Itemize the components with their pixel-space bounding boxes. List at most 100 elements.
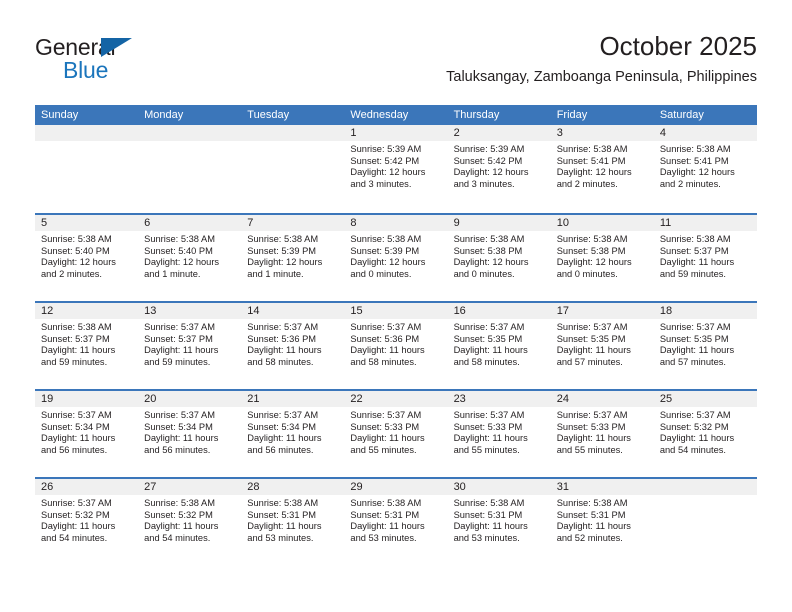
day-details: Sunrise: 5:37 AM Sunset: 5:36 PM Daylight:… <box>344 319 447 368</box>
day-detail-line: Daylight: 11 hours <box>144 521 219 532</box>
day-detail-line: and 59 minutes. <box>144 356 211 367</box>
calendar-day-cell-5[interactable]: 5 Sunrise: 5:38 AM Sunset: 5:40 PM Daylight… <box>35 215 139 301</box>
day-number: 17 <box>550 303 654 319</box>
calendar-day-cell-3[interactable]: 3 Sunrise: 5:38 AM Sunset: 5:41 PM Daylight… <box>550 125 654 213</box>
day-detail-line: and 1 minute. <box>247 268 304 279</box>
day-details: Sunrise: 5:37 AM Sunset: 5:33 PM Daylight:… <box>344 407 447 456</box>
calendar-day-cell-22[interactable]: 22 Sunrise: 5:37 AM Sunset: 5:33 PM Dayligh… <box>344 391 448 477</box>
calendar-day-cell-2[interactable]: 2 Sunrise: 5:39 AM Sunset: 5:42 PM Daylight… <box>447 125 551 213</box>
calendar-day-cell-18[interactable]: 18 Sunrise: 5:37 AM Sunset: 5:35 PM Dayligh… <box>653 303 757 389</box>
calendar-week-row: 26 Sunrise: 5:37 AM Sunset: 5:32 PM Dayligh… <box>35 477 757 565</box>
calendar-day-cell-17[interactable]: 17 Sunrise: 5:37 AM Sunset: 5:35 PM Dayligh… <box>550 303 654 389</box>
calendar-day-cell-6[interactable]: 6 Sunrise: 5:38 AM Sunset: 5:40 PM Daylight… <box>138 215 242 301</box>
day-detail-line: Sunset: 5:34 PM <box>41 421 110 432</box>
day-detail-line: Sunset: 5:33 PM <box>350 421 420 432</box>
calendar-day-cell-21[interactable]: 21 Sunrise: 5:37 AM Sunset: 5:34 PM Dayligh… <box>241 391 345 477</box>
calendar-day-cell-20[interactable]: 20 Sunrise: 5:37 AM Sunset: 5:34 PM Dayligh… <box>138 391 242 477</box>
day-detail-line: and 57 minutes. <box>659 356 726 367</box>
day-detail-line: Sunset: 5:39 PM <box>247 245 317 256</box>
calendar-day-cell-27[interactable]: 27 Sunrise: 5:38 AM Sunset: 5:32 PM Dayligh… <box>138 479 242 565</box>
day-detail-line: Sunset: 5:38 PM <box>453 245 523 256</box>
calendar-day-cell-13[interactable]: 13 Sunrise: 5:37 AM Sunset: 5:37 PM Dayligh… <box>138 303 242 389</box>
weekday-header-friday: Friday <box>556 109 588 121</box>
day-detail-line: Sunrise: 5:38 AM <box>144 234 215 244</box>
day-detail-line: Daylight: 11 hours <box>350 521 425 532</box>
calendar-day-cell-24[interactable]: 24 Sunrise: 5:37 AM Sunset: 5:33 PM Dayligh… <box>550 391 654 477</box>
calendar-day-cell-8[interactable]: 8 Sunrise: 5:38 AM Sunset: 5:39 PM Daylight… <box>344 215 448 301</box>
calendar-page: General Blue October 2025 Taluksangay, Z… <box>0 0 792 612</box>
day-detail-line: Sunset: 5:32 PM <box>144 509 213 520</box>
day-detail-line: and 1 minute. <box>144 268 201 279</box>
day-number: 10 <box>550 215 654 231</box>
calendar-day-cell-19[interactable]: 19 Sunrise: 5:37 AM Sunset: 5:34 PM Dayligh… <box>35 391 139 477</box>
calendar-day-cell-31[interactable]: 31 Sunrise: 5:38 AM Sunset: 5:31 PM Dayligh… <box>550 479 654 565</box>
day-details <box>35 141 138 144</box>
day-details <box>654 495 757 498</box>
day-detail-line: Sunrise: 5:37 AM <box>350 322 422 332</box>
day-details: Sunrise: 5:37 AM Sunset: 5:32 PM Daylight:… <box>35 495 138 544</box>
calendar-day-cell-15[interactable]: 15 Sunrise: 5:37 AM Sunset: 5:36 PM Dayligh… <box>344 303 448 389</box>
day-number: 3 <box>550 125 654 141</box>
day-number: 12 <box>35 303 139 319</box>
day-detail-line: Daylight: 11 hours <box>350 345 425 356</box>
day-number <box>138 125 242 141</box>
calendar-day-cell-14[interactable]: 14 Sunrise: 5:37 AM Sunset: 5:36 PM Dayligh… <box>241 303 345 389</box>
calendar-day-cell-1[interactable]: 1 Sunrise: 5:39 AM Sunset: 5:42 PM Daylight… <box>344 125 448 213</box>
day-number: 28 <box>241 479 345 495</box>
calendar-grid: Sunday Monday Tuesday Wednesday Thursday Frid… <box>35 105 757 565</box>
day-detail-line: Sunrise: 5:38 AM <box>350 498 422 508</box>
day-detail-line: Sunset: 5:36 PM <box>247 333 317 344</box>
day-details: Sunrise: 5:38 AM Sunset: 5:32 PM Daylight:… <box>138 495 241 544</box>
calendar-day-cell-9[interactable]: 9 Sunrise: 5:38 AM Sunset: 5:38 PM Daylight… <box>447 215 551 301</box>
day-detail-line: and 2 minutes. <box>659 178 721 189</box>
day-number: 15 <box>344 303 448 319</box>
day-detail-line: Daylight: 11 hours <box>41 521 116 532</box>
day-detail-line: Daylight: 12 hours <box>453 167 529 178</box>
day-detail-line: Daylight: 11 hours <box>556 345 631 356</box>
calendar-day-cell-16[interactable]: 16 Sunrise: 5:37 AM Sunset: 5:35 PM Dayligh… <box>447 303 551 389</box>
day-detail-line: Sunset: 5:33 PM <box>453 421 523 432</box>
calendar-day-cell-11[interactable]: 11 Sunrise: 5:38 AM Sunset: 5:37 PM Dayligh… <box>653 215 757 301</box>
day-details: Sunrise: 5:37 AM Sunset: 5:34 PM Daylight:… <box>35 407 138 456</box>
calendar-week-row: 1 Sunrise: 5:39 AM Sunset: 5:42 PM Daylight… <box>35 125 757 213</box>
calendar-day-cell-10[interactable]: 10 Sunrise: 5:38 AM Sunset: 5:38 PM Dayligh… <box>550 215 654 301</box>
calendar-day-cell-7[interactable]: 7 Sunrise: 5:38 AM Sunset: 5:39 PM Daylight… <box>241 215 345 301</box>
page-title: October 2025 <box>599 31 757 61</box>
calendar-weeks: 1 Sunrise: 5:39 AM Sunset: 5:42 PM Daylight… <box>35 125 757 565</box>
day-details: Sunrise: 5:38 AM Sunset: 5:31 PM Daylight:… <box>551 495 654 544</box>
calendar-day-cell-26[interactable]: 26 Sunrise: 5:37 AM Sunset: 5:32 PM Dayligh… <box>35 479 139 565</box>
calendar-day-cell-30[interactable]: 30 Sunrise: 5:38 AM Sunset: 5:31 PM Dayligh… <box>447 479 551 565</box>
calendar-day-cell-23[interactable]: 23 Sunrise: 5:37 AM Sunset: 5:33 PM Dayligh… <box>447 391 551 477</box>
day-detail-line: and 3 minutes. <box>350 178 412 189</box>
calendar-week-row: 12 Sunrise: 5:38 AM Sunset: 5:37 PM Dayligh… <box>35 301 757 389</box>
day-number: 16 <box>447 303 551 319</box>
day-detail-line: Daylight: 11 hours <box>247 433 322 444</box>
day-detail-line: Sunrise: 5:37 AM <box>453 322 525 332</box>
day-number: 22 <box>344 391 448 407</box>
logo-word-blue: Blue <box>63 57 109 83</box>
day-detail-line: Daylight: 12 hours <box>144 257 220 268</box>
calendar-day-cell-29[interactable]: 29 Sunrise: 5:38 AM Sunset: 5:31 PM Dayligh… <box>344 479 448 565</box>
calendar-week-row: 5 Sunrise: 5:38 AM Sunset: 5:40 PM Daylight… <box>35 213 757 301</box>
day-detail-line: Sunset: 5:31 PM <box>247 509 317 520</box>
calendar-day-cell-12[interactable]: 12 Sunrise: 5:38 AM Sunset: 5:37 PM Dayligh… <box>35 303 139 389</box>
day-details: Sunrise: 5:38 AM Sunset: 5:38 PM Daylight:… <box>551 231 654 280</box>
calendar-day-cell-4[interactable]: 4 Sunrise: 5:38 AM Sunset: 5:41 PM Daylight… <box>653 125 757 213</box>
day-detail-line: and 54 minutes. <box>659 444 726 455</box>
day-detail-line: Sunrise: 5:37 AM <box>144 410 215 420</box>
day-detail-line: and 59 minutes. <box>41 356 108 367</box>
calendar-day-cell-28[interactable]: 28 Sunrise: 5:38 AM Sunset: 5:31 PM Dayligh… <box>241 479 345 565</box>
day-detail-line: Sunset: 5:41 PM <box>659 155 729 166</box>
day-number: 29 <box>344 479 448 495</box>
day-detail-line: Sunrise: 5:38 AM <box>556 234 628 244</box>
calendar-day-cell-25[interactable]: 25 Sunrise: 5:37 AM Sunset: 5:32 PM Dayligh… <box>653 391 757 477</box>
calendar-day-cell-empty <box>241 125 345 213</box>
day-detail-line: Sunset: 5:32 PM <box>659 421 729 432</box>
day-detail-line: Daylight: 12 hours <box>556 167 632 178</box>
day-details: Sunrise: 5:38 AM Sunset: 5:40 PM Daylight:… <box>138 231 241 280</box>
day-number: 19 <box>35 391 139 407</box>
day-detail-line: Sunrise: 5:37 AM <box>41 498 112 508</box>
day-number: 8 <box>344 215 448 231</box>
day-detail-line: and 0 minutes. <box>453 268 515 279</box>
day-number: 1 <box>344 125 448 141</box>
